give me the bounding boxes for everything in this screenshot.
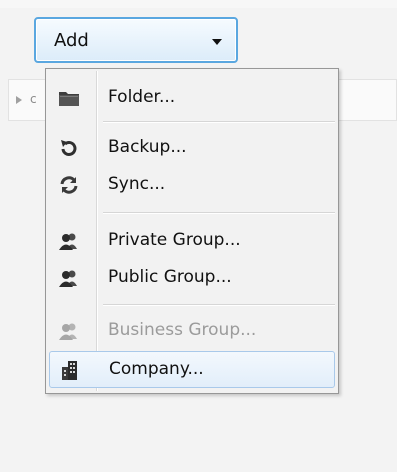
- menu-separator: [103, 121, 335, 122]
- tree-row-label: c: [30, 92, 37, 106]
- menu-item-label: Folder...: [108, 87, 176, 107]
- sync-icon: [58, 174, 80, 196]
- menu-item-label: Company...: [109, 359, 204, 379]
- chevron-down-icon: [212, 39, 222, 45]
- business-group-icon: [58, 320, 80, 342]
- menu-item-business-group: Business Group...: [49, 314, 335, 348]
- menu-item-sync[interactable]: Sync...: [49, 168, 335, 202]
- menu-separator: [103, 212, 335, 213]
- menu-item-label: Business Group...: [108, 320, 257, 340]
- add-menu: Folder... Backup... Sync... Private Grou…: [45, 68, 339, 394]
- folder-icon: [58, 87, 80, 109]
- menu-item-company[interactable]: Company...: [49, 351, 335, 388]
- tree-expander-icon[interactable]: [16, 96, 22, 104]
- add-dropdown-button[interactable]: Add: [34, 17, 238, 63]
- menu-item-label: Backup...: [108, 137, 187, 157]
- menu-item-private-group[interactable]: Private Group...: [49, 224, 335, 258]
- menu-item-public-group[interactable]: Public Group...: [49, 261, 335, 295]
- top-band: [0, 0, 397, 8]
- add-button-label: Add: [54, 30, 89, 51]
- menu-item-label: Public Group...: [108, 267, 232, 287]
- backup-icon: [58, 137, 80, 159]
- menu-item-backup[interactable]: Backup...: [49, 131, 335, 165]
- menu-item-label: Sync...: [108, 174, 166, 194]
- menu-item-label: Private Group...: [108, 230, 241, 250]
- public-group-icon: [58, 267, 80, 289]
- menu-separator: [103, 304, 335, 305]
- company-icon: [59, 359, 81, 381]
- menu-item-folder[interactable]: Folder...: [49, 81, 335, 115]
- app-background: c Add Folder... Backup... Sync... Privat…: [0, 0, 397, 472]
- private-group-icon: [58, 230, 80, 252]
